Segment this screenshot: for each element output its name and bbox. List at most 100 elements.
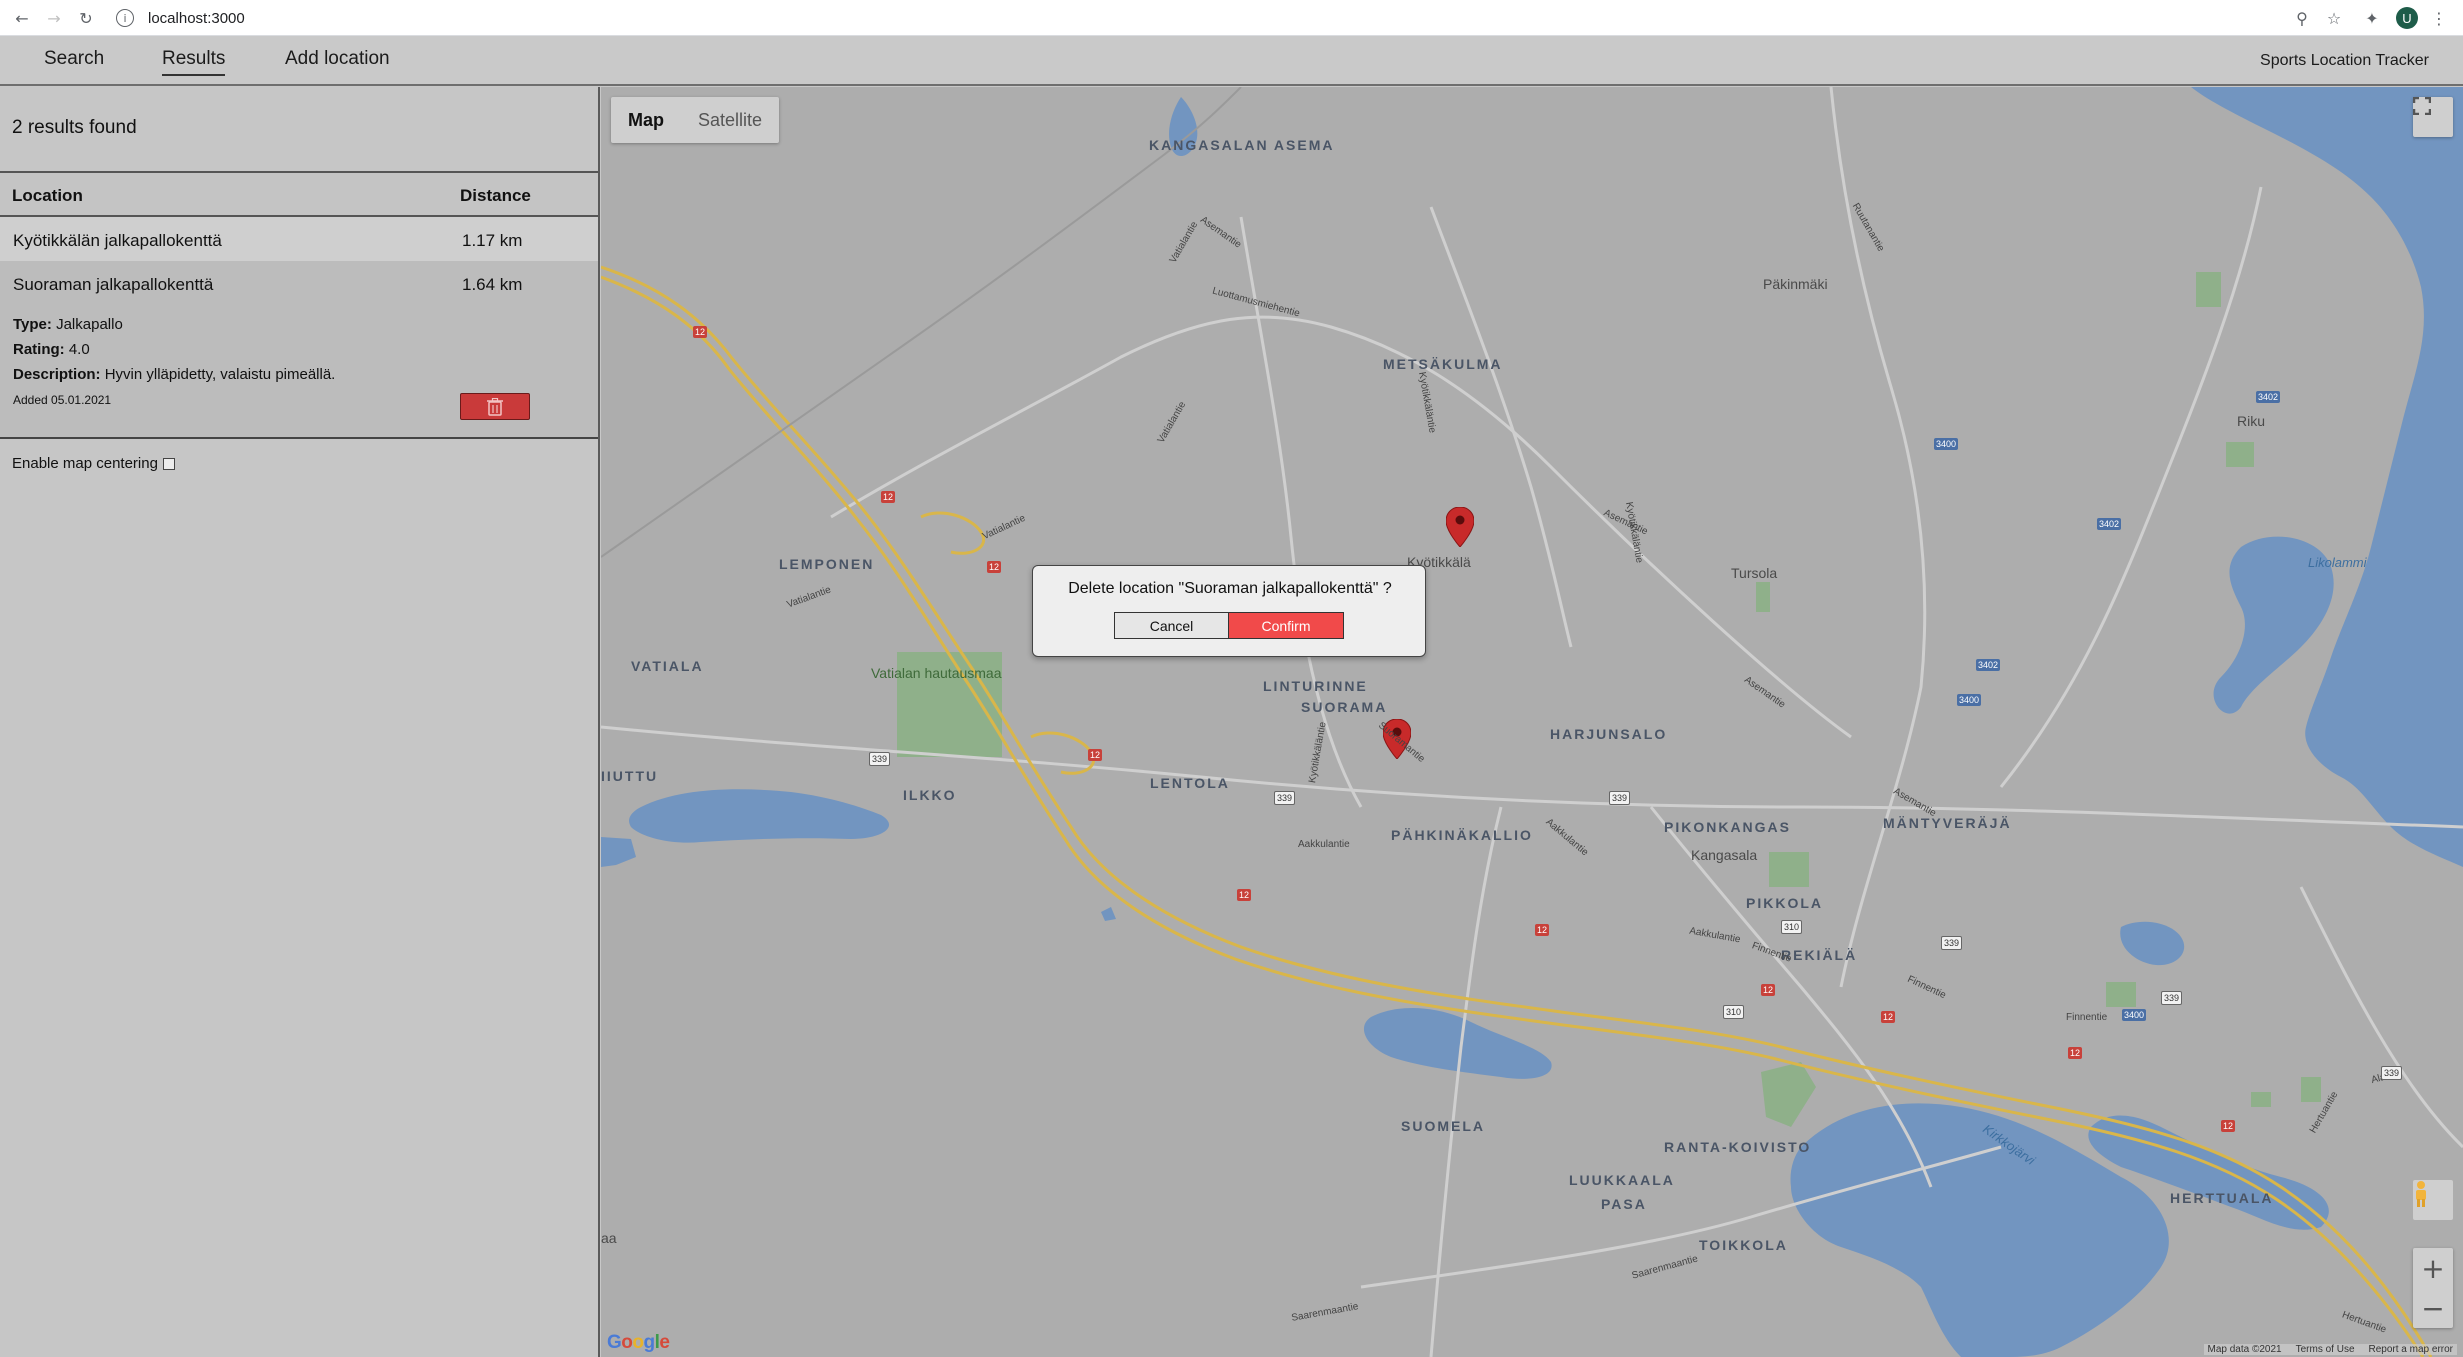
place-label: ILKKO — [903, 787, 957, 803]
street-view-pegman[interactable] — [2413, 1180, 2453, 1220]
road-shield: 3402 — [1976, 659, 2001, 671]
place-label: LINTURINNE — [1263, 678, 1368, 694]
map-centering-option[interactable]: Enable map centering — [12, 455, 175, 472]
road-shield: 3400 — [2122, 1009, 2147, 1021]
road-shield: 3402 — [2097, 518, 2122, 530]
report-error-link[interactable]: Report a map error — [2369, 1344, 2453, 1355]
back-icon[interactable]: ← — [10, 6, 34, 30]
place-small: aa — [601, 1230, 617, 1246]
confirm-button[interactable]: Confirm — [1229, 612, 1344, 639]
place-small: Riku — [2237, 413, 2266, 429]
profile-avatar[interactable]: U — [2396, 7, 2418, 29]
place-small: Vatialan hautausmaa — [871, 665, 1002, 681]
added-date: Added 05.01.2021 — [13, 393, 112, 407]
bookmark-star-icon[interactable]: ☆ — [2322, 6, 2346, 30]
dialog-message: Delete location "Suoraman jalkapallokent… — [1068, 580, 1392, 597]
menu-kebab-icon[interactable]: ⋮ — [2427, 6, 2451, 30]
place-label: VATIALA — [631, 658, 704, 674]
nav-add-location[interactable]: Add location — [285, 48, 390, 74]
forward-icon[interactable]: → — [42, 6, 66, 30]
park-1 — [1756, 582, 1770, 612]
location-icon[interactable]: ⚲ — [2290, 6, 2314, 30]
app-nav: Search Results Add location Sports Locat… — [0, 36, 2463, 86]
extensions-icon[interactable]: ✦ — [2360, 6, 2384, 30]
zoom-out-button[interactable]: − — [2413, 1288, 2453, 1328]
lake-west — [629, 789, 890, 843]
address-bar[interactable]: i localhost:3000 — [108, 4, 2278, 32]
road-shield: 12 — [1237, 889, 1252, 901]
map-marker-kyotikkala[interactable] — [1446, 507, 1474, 547]
place-small: Kangasala — [1691, 847, 1758, 863]
table-row[interactable]: Kyötikkälän jalkapallokenttä 1.17 km — [0, 217, 598, 261]
row-distance: 1.64 km — [462, 275, 523, 294]
column-distance: Distance — [460, 186, 531, 205]
road-shield: 12 — [987, 561, 1002, 573]
results-sidebar: 2 results found Location Distance Kyötik… — [0, 87, 600, 1357]
map-type-map-button[interactable]: Map — [611, 97, 681, 143]
trash-icon — [487, 397, 503, 416]
fullscreen-button[interactable] — [2413, 97, 2453, 137]
park-7 — [2251, 1092, 2271, 1107]
map-data-attribution: Map data ©2021 — [2207, 1344, 2282, 1355]
place-label: LUUKKAALA — [1569, 1172, 1675, 1188]
park-8 — [2226, 442, 2254, 467]
site-info-icon[interactable]: i — [116, 9, 134, 27]
road-shield: 310 — [1781, 920, 1803, 934]
lake-pond-1 — [1101, 907, 1116, 921]
road-shield: 12 — [1535, 924, 1550, 936]
road-shield: 12 — [881, 491, 896, 503]
detail-description: Description: Hyvin ylläpidetty, valaistu… — [13, 366, 335, 383]
column-location: Location — [12, 186, 83, 205]
lake-northeast — [2191, 87, 2463, 867]
road-shield: 12 — [693, 326, 708, 338]
zoom-in-button[interactable]: + — [2413, 1248, 2453, 1288]
place-small: Tursola — [1731, 565, 1778, 581]
terms-link[interactable]: Terms of Use — [2296, 1344, 2355, 1355]
park-2 — [1769, 852, 1809, 887]
place-label: KANGASALAN ASEMA — [1149, 137, 1335, 153]
row-location: Kyötikkälän jalkapallokenttä — [13, 231, 222, 250]
place-label: MÄNTYVERÄJÄ — [1883, 815, 2012, 831]
road-shield: 12 — [1881, 1011, 1896, 1023]
nav-search[interactable]: Search — [44, 48, 104, 74]
map-type-satellite-button[interactable]: Satellite — [681, 97, 779, 143]
detail-rating: Rating: 4.0 — [13, 341, 90, 358]
street-label: Aakkulantie — [1298, 839, 1350, 850]
place-label: METSÄKULMA — [1383, 356, 1503, 372]
results-table-header: Location Distance — [0, 171, 598, 217]
nav-results[interactable]: Results — [162, 48, 226, 76]
rating-label: Rating: — [13, 341, 65, 358]
road-shield: 3400 — [1957, 694, 1982, 706]
place-label: HERTTUALA — [2170, 1190, 2274, 1206]
road-shield: 339 — [2381, 1066, 2403, 1080]
browser-toolbar: ← → ↻ i localhost:3000 ⚲ ☆ ✦ U ⋮ — [0, 0, 2463, 36]
rating-value: 4.0 — [68, 341, 90, 358]
road-shield: 339 — [1609, 791, 1631, 805]
road-shield: 339 — [869, 752, 891, 766]
url-text: localhost:3000 — [148, 9, 245, 27]
place-label: LENTOLA — [1150, 775, 1230, 791]
road-shield: 12 — [1088, 749, 1103, 761]
road-shield: 339 — [1274, 791, 1296, 805]
cancel-button[interactable]: Cancel — [1114, 612, 1229, 639]
road-shield: 3400 — [1934, 438, 1959, 450]
map-canvas[interactable] — [601, 87, 2463, 1357]
delete-button[interactable] — [460, 393, 530, 420]
place-label: IIUTTU — [601, 768, 659, 784]
type-value: Jalkapallo — [56, 316, 123, 333]
place-label: HARJUNSALO — [1550, 726, 1668, 742]
place-label: SUORAMA — [1301, 699, 1388, 715]
map[interactable]: KANGASALAN ASEMA METSÄKULMA LEMPONEN VAT… — [601, 87, 2463, 1357]
highway-12 — [601, 265, 2433, 1357]
lake-west-edge — [601, 837, 636, 867]
reload-icon[interactable]: ↻ — [74, 6, 98, 30]
google-logo: Google — [607, 1332, 670, 1353]
place-label: RANTA-KOIVISTO — [1664, 1139, 1812, 1155]
pegman-icon — [2416, 1181, 2426, 1207]
map-centering-checkbox[interactable] — [162, 457, 175, 470]
road-shield: 3402 — [2256, 391, 2281, 403]
delete-confirmation-dialog: Delete location "Suoraman jalkapallokent… — [1032, 565, 1426, 657]
park-6 — [2301, 1077, 2321, 1102]
type-label: Type: — [13, 316, 52, 333]
place-label: PIKKOLA — [1746, 895, 1823, 911]
